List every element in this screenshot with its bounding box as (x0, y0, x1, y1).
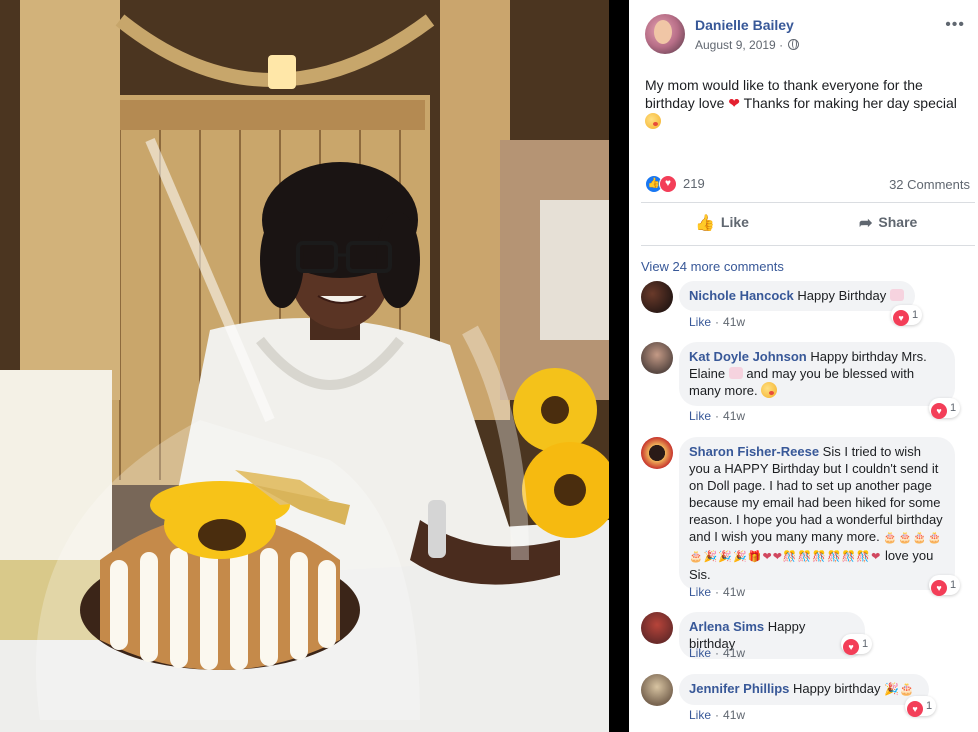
commenter-avatar[interactable] (641, 281, 673, 313)
comment-reactions[interactable]: ♥ 1 (841, 634, 873, 655)
share-button-label: Share (878, 214, 918, 230)
love-reaction-icon: ♥ (659, 175, 677, 193)
comment-reaction-count: 1 (862, 638, 869, 650)
commenter-avatar[interactable] (641, 612, 673, 644)
comment-bubble: Jennifer Phillips Happy birthday 🎉🎂 (679, 674, 929, 705)
post-photo[interactable] (0, 0, 609, 732)
reaction-icons[interactable]: 👍 ♥ (645, 175, 681, 193)
comments-count[interactable]: 32 Comments (889, 177, 970, 192)
share-arrow-icon: ➦ (859, 215, 873, 232)
action-bar: 👍 Like ➦ Share (641, 202, 975, 246)
love-reaction-icon: ♥ (907, 701, 923, 717)
post-text-cont: Thanks for making her day special (743, 95, 957, 111)
reaction-count[interactable]: 219 (683, 176, 705, 191)
comment-reactions[interactable]: ♥ 1 (891, 305, 923, 326)
comment-reactions[interactable]: ♥ 1 (929, 398, 961, 419)
commenter-avatar[interactable] (641, 342, 673, 374)
comment-like-link[interactable]: Like (689, 708, 711, 722)
comment-like-link[interactable]: Like (689, 315, 711, 329)
reactions-bar: 👍 ♥ 219 32 Comments (645, 174, 975, 194)
post-header: Danielle Bailey August 9, 2019 · ••• (645, 14, 965, 58)
comment: Jennifer Phillips Happy birthday 🎉🎂 ♥ 1 L… (641, 674, 971, 724)
commenter-name[interactable]: Nichole Hancock (689, 288, 794, 303)
comment-reaction-count: 1 (950, 402, 957, 414)
like-button-label: Like (720, 214, 749, 230)
photo-illustration (0, 0, 609, 732)
author-name[interactable]: Danielle Bailey (695, 17, 794, 33)
kiss-emoji-icon (645, 113, 661, 129)
comment-reactions[interactable]: ♥ 1 (905, 696, 937, 717)
comment-bubble: Sharon Fisher-Reese Sis I tried to wish … (679, 437, 955, 590)
party-cake-emoji-icon: 🎉🎂 (884, 682, 915, 696)
comment-like-link[interactable]: Like (689, 585, 711, 599)
comment-like-link[interactable]: Like (689, 646, 711, 660)
comment-meta: Like · 41w (689, 585, 746, 599)
comment-bubble: Nichole Hancock Happy Birthday (679, 281, 915, 311)
comment-time[interactable]: 41w (723, 315, 745, 329)
commenter-name[interactable]: Arlena Sims (689, 619, 764, 634)
comment-meta: Like · 41w (689, 315, 746, 329)
share-button[interactable]: ➦ Share (859, 213, 917, 233)
comment-like-link[interactable]: Like (689, 409, 711, 423)
like-button[interactable]: 👍 Like (695, 213, 749, 233)
post-date[interactable]: August 9, 2019 · (695, 38, 800, 52)
comment-time[interactable]: 41w (723, 409, 745, 423)
post-date-text[interactable]: August 9, 2019 · (695, 38, 783, 52)
globe-icon (788, 39, 800, 50)
comment-meta: Like · 41w (689, 409, 746, 423)
commenter-avatar[interactable] (641, 437, 673, 469)
cake-emoji-icon (728, 367, 743, 379)
commenter-name[interactable]: Sharon Fisher-Reese (689, 444, 819, 459)
comment-bubble: Kat Doyle Johnson Happy birthday Mrs. El… (679, 342, 955, 406)
comment-reaction-count: 1 (950, 579, 957, 591)
comment-reaction-count: 1 (926, 700, 933, 712)
comment-time[interactable]: 41w (723, 708, 745, 722)
comment-time[interactable]: 41w (723, 585, 745, 599)
view-more-comments[interactable]: View 24 more comments (641, 259, 784, 274)
more-options-icon[interactable]: ••• (945, 16, 965, 34)
comment: Kat Doyle Johnson Happy birthday Mrs. El… (641, 342, 971, 428)
love-reaction-icon: ♥ (843, 639, 859, 655)
comment: Sharon Fisher-Reese Sis I tried to wish … (641, 437, 971, 605)
heart-emoji-icon: ❤ (728, 95, 741, 111)
comment: Arlena Sims Happy birthday ♥ 1 Like · 41w (641, 612, 971, 662)
commenter-avatar[interactable] (641, 674, 673, 706)
comment-reaction-count: 1 (912, 309, 919, 321)
comment-text: Happy birthday (793, 681, 881, 696)
commenter-name[interactable]: Jennifer Phillips (689, 681, 789, 696)
comment-meta: Like · 41w (689, 646, 746, 660)
comment-time[interactable]: 41w (723, 646, 745, 660)
comment-reactions[interactable]: ♥ 1 (929, 575, 961, 596)
comment: Nichole Hancock Happy Birthday ♥ 1 Like · 4… (641, 281, 971, 331)
love-reaction-icon: ♥ (931, 403, 947, 419)
comment-text: Sis I tried to wish you a HAPPY Birthday… (689, 444, 943, 544)
comment-text: Happy Birthday (797, 288, 887, 303)
cake-emoji-icon (889, 289, 904, 301)
love-reaction-icon: ♥ (893, 310, 909, 326)
comment-meta: Like · 41w (689, 708, 746, 722)
commenter-name[interactable]: Kat Doyle Johnson (689, 349, 807, 364)
post-side-panel: Danielle Bailey August 9, 2019 · ••• My … (629, 0, 978, 732)
author-avatar[interactable] (645, 14, 685, 54)
party-face-emoji-icon (761, 382, 778, 398)
love-reaction-icon: ♥ (931, 580, 947, 596)
photo-edge (609, 0, 629, 732)
thumbs-up-icon: 👍 (695, 215, 715, 232)
post-text: My mom would like to thank everyone for … (645, 76, 965, 130)
